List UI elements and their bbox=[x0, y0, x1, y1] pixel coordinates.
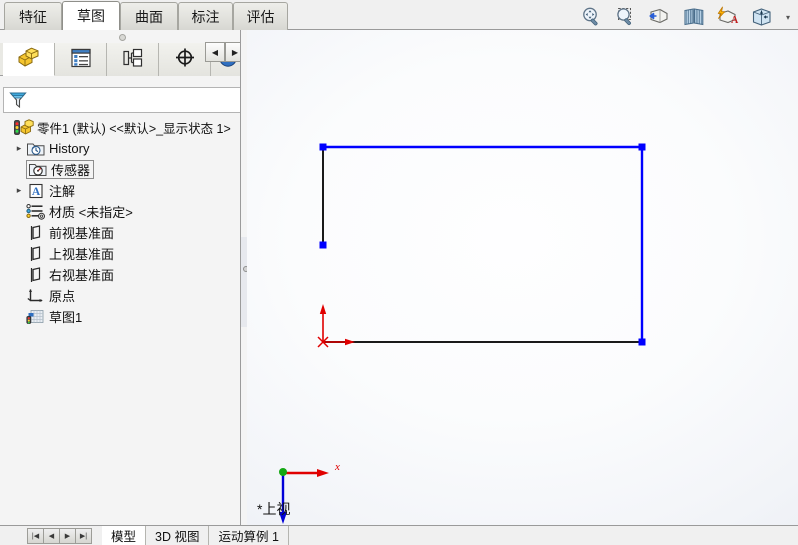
tree-item-label: 传感器 bbox=[51, 163, 91, 178]
tab-3d-views[interactable]: 3D 视图 bbox=[146, 526, 210, 545]
section-view-button[interactable] bbox=[680, 4, 708, 30]
ribbon-tab-surfaces[interactable]: 曲面 bbox=[120, 2, 178, 30]
svg-text:A: A bbox=[32, 186, 41, 198]
tree-item-sensors[interactable]: 传感器 bbox=[0, 159, 247, 180]
solidworks-window: 特征 草图 曲面 标注 评估 A ▾ ◀ ▶ 零件1 (默认) <<默认>_显示… bbox=[0, 0, 798, 545]
view-orientation-label: *上视 bbox=[257, 501, 291, 517]
status-bar: |◀ ◀ ▶ ▶| 模型 3D 视图 运动算例 1 bbox=[0, 525, 798, 545]
material-icon bbox=[26, 202, 46, 221]
panel-tab-arrows: ◀ ▶ bbox=[205, 42, 245, 62]
panel-tab-prev-arrow-icon[interactable]: ◀ bbox=[205, 42, 225, 62]
sketch-grid-icon bbox=[26, 307, 46, 326]
nav-first-icon[interactable]: |◀ bbox=[27, 527, 44, 544]
sensors-box[interactable]: 传感器 bbox=[26, 160, 95, 179]
ribbon-tab-sketch[interactable]: 草图 bbox=[62, 1, 120, 30]
triad-x-label: x bbox=[334, 461, 340, 473]
ribbon-tab-markup[interactable]: 标注 bbox=[178, 2, 233, 30]
previous-view-button[interactable] bbox=[646, 4, 674, 30]
view-toolbar: A ▾ bbox=[578, 3, 794, 31]
zoom-to-area-button[interactable] bbox=[612, 4, 640, 30]
tree-item-label: 材质 <未指定> bbox=[49, 205, 133, 220]
plane-icon bbox=[26, 244, 46, 263]
tree-item-label: 原点 bbox=[49, 289, 76, 304]
tree-item-label: 注解 bbox=[49, 184, 76, 199]
tree-item-top-plane[interactable]: 上视基准面 bbox=[0, 243, 247, 264]
tree-item-annotations[interactable]: ▸ A 注解 bbox=[0, 180, 247, 201]
graphics-area[interactable]: x z *上视 bbox=[247, 30, 798, 525]
tree-item-label: History bbox=[49, 141, 90, 156]
annotations-a-icon: A bbox=[26, 181, 46, 200]
sketch-origin-marker[interactable] bbox=[317, 304, 355, 348]
tree-item-right-plane[interactable]: 右视基准面 bbox=[0, 264, 247, 285]
configuration-tree-icon bbox=[121, 47, 145, 72]
display-style-button[interactable] bbox=[748, 4, 776, 30]
part-traffic-light-icon bbox=[14, 118, 34, 137]
svg-text:A: A bbox=[731, 15, 739, 26]
sketch-point-top-right[interactable] bbox=[638, 143, 646, 151]
nav-prev-icon[interactable]: ◀ bbox=[43, 527, 60, 544]
tree-item-sketch1[interactable]: 草图1 bbox=[0, 306, 247, 327]
tree-item-history[interactable]: ▸ History bbox=[0, 138, 247, 159]
plane-icon bbox=[26, 223, 46, 242]
crosshair-target-icon bbox=[172, 46, 198, 73]
document-tabs: 模型 3D 视图 运动算例 1 bbox=[102, 526, 289, 545]
tree-item-label: 上视基准面 bbox=[49, 247, 115, 262]
nav-last-icon[interactable]: ▶| bbox=[75, 527, 92, 544]
history-folder-icon bbox=[26, 139, 46, 158]
tree-item-origin[interactable]: 原点 bbox=[0, 285, 247, 306]
tree-item-label: 右视基准面 bbox=[49, 268, 115, 283]
tree-root-expander[interactable] bbox=[0, 117, 14, 138]
plane-icon bbox=[26, 265, 46, 284]
tab-dimxpert-manager[interactable] bbox=[159, 43, 211, 76]
tab-motion-study[interactable]: 运动算例 1 bbox=[209, 526, 289, 545]
filter-funnel-icon bbox=[8, 90, 28, 113]
tree-item-label: 前视基准面 bbox=[49, 226, 115, 241]
design-tree: 零件1 (默认) <<默认>_显示状态 1> ▸ History 传感器 ▸ A… bbox=[0, 115, 247, 525]
origin-axes-icon bbox=[26, 286, 46, 305]
tree-filter-bar[interactable] bbox=[3, 87, 241, 113]
tree-item-label: 草图1 bbox=[49, 310, 83, 325]
tab-nav-buttons: |◀ ◀ ▶ ▶| bbox=[27, 526, 92, 545]
status-bar-filler bbox=[289, 526, 798, 545]
yellow-blocks-icon bbox=[16, 46, 42, 73]
sensor-folder-icon bbox=[28, 160, 48, 179]
panel-splitter[interactable] bbox=[240, 30, 249, 525]
property-list-icon bbox=[69, 47, 93, 72]
ribbon-tab-evaluate[interactable]: 评估 bbox=[233, 2, 288, 30]
history-expander-icon[interactable]: ▸ bbox=[12, 138, 26, 159]
tab-configuration-manager[interactable] bbox=[107, 43, 159, 76]
tab-feature-manager-design-tree[interactable] bbox=[3, 43, 55, 76]
panel-pin-icon[interactable] bbox=[119, 34, 126, 41]
tab-property-manager[interactable] bbox=[55, 43, 107, 76]
tree-item-label: 零件1 (默认) <<默认>_显示状态 1> bbox=[37, 122, 231, 136]
sketch-point-top-left[interactable] bbox=[319, 143, 327, 151]
tab-model[interactable]: 模型 bbox=[102, 526, 147, 545]
tree-item-part-root[interactable]: 零件1 (默认) <<默认>_显示状态 1> bbox=[0, 117, 247, 138]
view-orientation-button[interactable]: A bbox=[714, 4, 742, 30]
view-toolbar-caret-icon[interactable]: ▾ bbox=[782, 4, 794, 30]
ribbon-tab-features[interactable]: 特征 bbox=[4, 2, 62, 30]
sketch-point-left-lower[interactable] bbox=[319, 241, 327, 249]
sketch-canvas-svg: x z bbox=[279, 143, 646, 524]
tree-item-front-plane[interactable]: 前视基准面 bbox=[0, 222, 247, 243]
zoom-to-fit-button[interactable] bbox=[578, 4, 606, 30]
annotations-expander-icon[interactable]: ▸ bbox=[12, 180, 26, 201]
sketch-point-bottom-right[interactable] bbox=[638, 338, 646, 346]
feature-manager-panel: ◀ ▶ 零件1 (默认) <<默认>_显示状态 1> ▸ History 传感器… bbox=[0, 30, 247, 525]
nav-next-icon[interactable]: ▶ bbox=[59, 527, 76, 544]
tree-item-material[interactable]: 材质 <未指定> bbox=[0, 201, 247, 222]
